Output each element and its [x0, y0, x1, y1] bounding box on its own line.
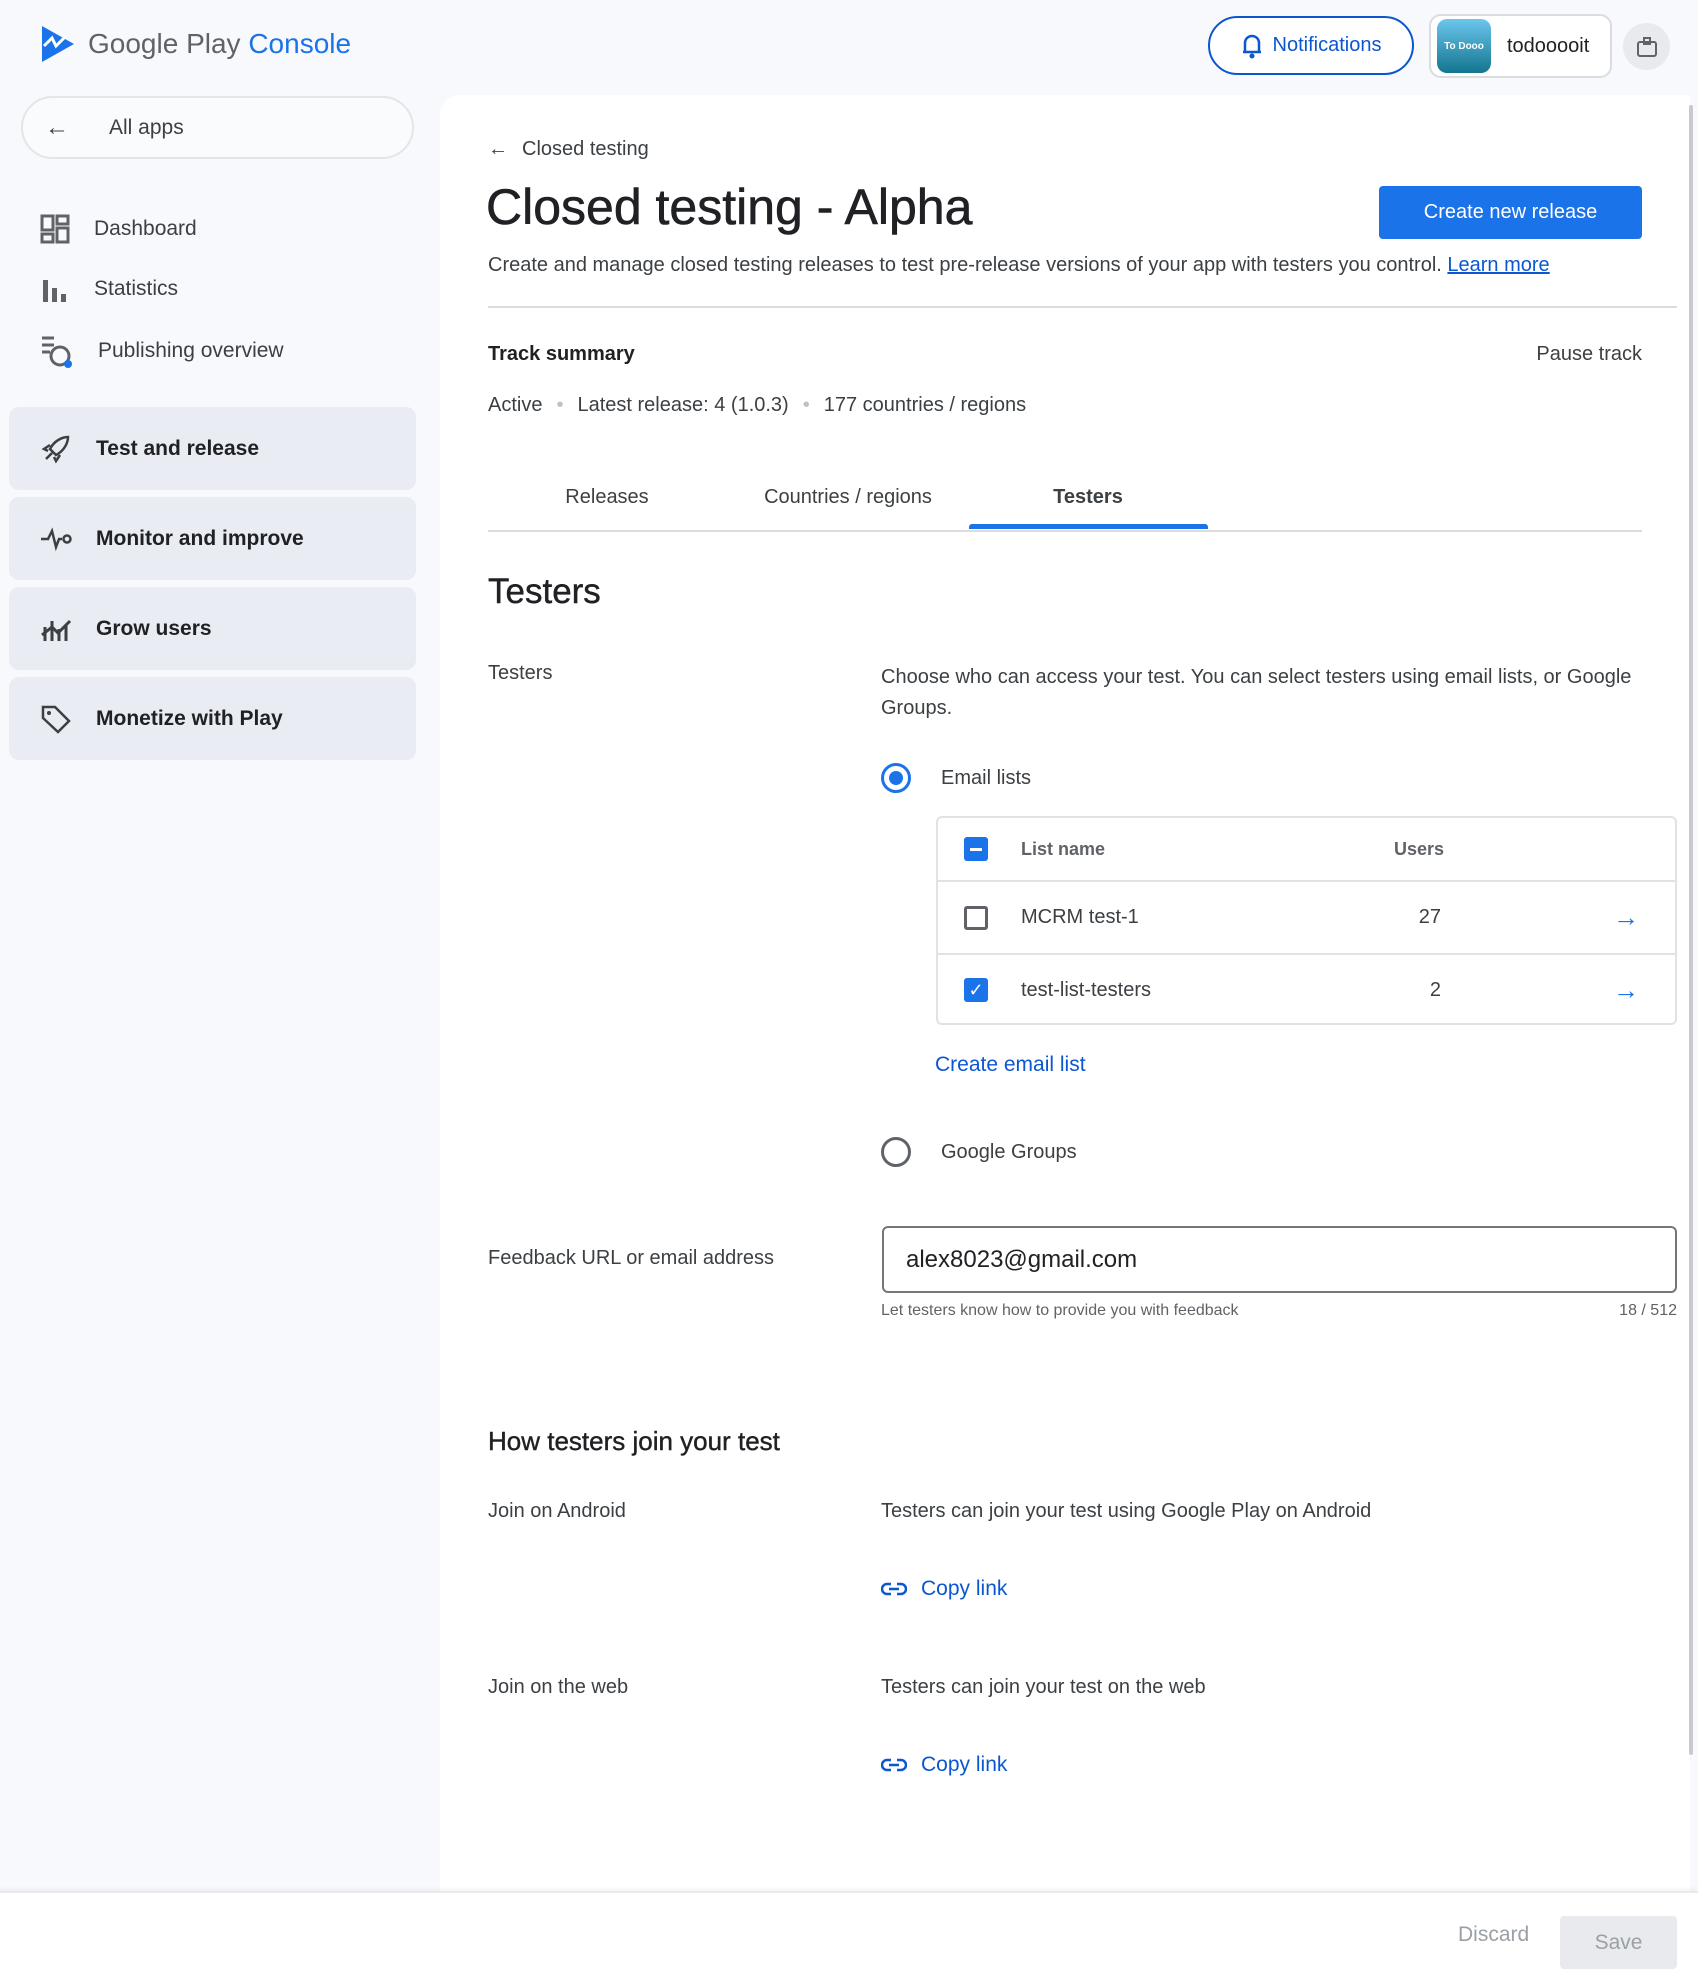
feedback-helper: Let testers know how to provide you with…	[881, 1302, 1239, 1319]
publishing-icon	[42, 336, 72, 368]
page-title: Closed testing - Alpha	[486, 179, 973, 236]
create-new-release-button[interactable]: Create new release	[1379, 186, 1642, 239]
radio-email-lists[interactable]: Email lists	[881, 763, 1031, 793]
testers-heading: Testers	[488, 572, 601, 611]
rocket-icon	[41, 435, 70, 463]
all-apps-button[interactable]: ← All apps	[21, 96, 414, 159]
pulse-icon	[41, 526, 72, 551]
sidebar-group-monetize[interactable]: Monetize with Play	[9, 677, 416, 760]
arrow-back-icon: ←	[488, 138, 508, 160]
create-email-list-link[interactable]: Create email list	[935, 1053, 1086, 1077]
active-tab-indicator	[969, 524, 1208, 529]
scrollbar[interactable]	[1689, 105, 1693, 1755]
notifications-button[interactable]: Notifications	[1208, 16, 1414, 75]
account-chip[interactable]: To Dooo todooooit	[1429, 14, 1612, 78]
row-checkbox[interactable]	[964, 905, 988, 930]
radio-google-groups[interactable]: Google Groups	[881, 1137, 1077, 1167]
join-heading: How testers join your test	[488, 1426, 780, 1456]
tabs-divider	[488, 530, 1642, 532]
sidebar-group-monitor-and-improve[interactable]: Monitor and improve	[9, 497, 416, 580]
table-row[interactable]: ✓ test-list-testers 2 →	[938, 953, 1675, 1025]
dashboard-icon	[40, 214, 70, 244]
copy-link-web[interactable]: Copy link	[881, 1753, 1007, 1777]
link-icon	[881, 1582, 907, 1596]
join-android-description: Testers can join your test using Google …	[881, 1500, 1372, 1522]
growth-icon	[41, 619, 72, 641]
breadcrumb-back[interactable]: ← Closed testing	[488, 138, 649, 161]
save-button[interactable]: Save	[1560, 1916, 1677, 1969]
page-description: Create and manage closed testing release…	[488, 254, 1550, 276]
bar-chart-icon	[43, 280, 66, 302]
sidebar-group-test-and-release[interactable]: Test and release	[9, 407, 416, 490]
tab-releases[interactable]: Releases	[565, 486, 648, 509]
sidebar-item-publishing-overview[interactable]: Publishing overview	[40, 334, 284, 368]
feedback-input[interactable]	[882, 1226, 1677, 1293]
testers-description: Choose who can access your test. You can…	[881, 666, 1632, 719]
sidebar-group-grow-users[interactable]: Grow users	[9, 587, 416, 670]
table-row[interactable]: MCRM test-1 27 →	[938, 880, 1675, 953]
sidebar-item-statistics[interactable]: Statistics	[40, 274, 178, 304]
bell-icon	[1242, 34, 1261, 58]
learn-more-link[interactable]: Learn more	[1447, 254, 1549, 276]
join-android-label: Join on Android	[488, 1500, 626, 1522]
table-header: List name Users	[938, 818, 1675, 880]
badge-icon	[1636, 36, 1657, 57]
play-logo-icon	[42, 26, 74, 62]
app-icon: To Dooo	[1437, 19, 1491, 73]
link-icon	[881, 1758, 907, 1772]
join-web-label: Join on the web	[488, 1676, 629, 1698]
arrow-forward-icon[interactable]: →	[1613, 975, 1639, 1006]
footer-bar: Discard Save	[0, 1891, 1698, 1982]
feedback-label: Feedback URL or email address	[488, 1247, 775, 1269]
radio-selected-icon[interactable]	[881, 763, 911, 793]
dot-separator: •	[802, 394, 810, 416]
select-all-checkbox[interactable]	[964, 837, 988, 861]
track-summary-heading: Track summary	[488, 343, 635, 365]
row-checkbox-checked[interactable]: ✓	[964, 978, 988, 1002]
tag-icon	[41, 705, 71, 734]
radio-unselected-icon[interactable]	[881, 1137, 911, 1167]
pause-track-button[interactable]: Pause track	[1536, 343, 1642, 366]
track-status-line: Active • Latest release: 4 (1.0.3) • 177 c…	[488, 394, 1027, 416]
copy-link-android[interactable]: Copy link	[881, 1577, 1007, 1601]
sidebar-item-dashboard[interactable]: Dashboard	[40, 214, 197, 244]
tab-countries-regions[interactable]: Countries / regions	[764, 486, 932, 509]
developer-account-button[interactable]	[1623, 23, 1670, 70]
tab-testers[interactable]: Testers	[1053, 486, 1123, 509]
dot-separator: •	[556, 394, 564, 416]
testers-label: Testers	[488, 662, 553, 684]
join-web-description: Testers can join your test on the web	[881, 1676, 1206, 1698]
feedback-char-count: 18 / 512	[1619, 1302, 1677, 1319]
play-console-logo[interactable]: Google Play Console	[40, 24, 351, 64]
arrow-back-icon: ←	[45, 113, 69, 141]
divider	[488, 306, 1677, 308]
arrow-forward-icon[interactable]: →	[1613, 902, 1639, 933]
discard-button[interactable]: Discard	[1458, 1923, 1529, 1947]
email-lists-table: List name Users MCRM test-1 27 → ✓ test-…	[936, 816, 1677, 1025]
